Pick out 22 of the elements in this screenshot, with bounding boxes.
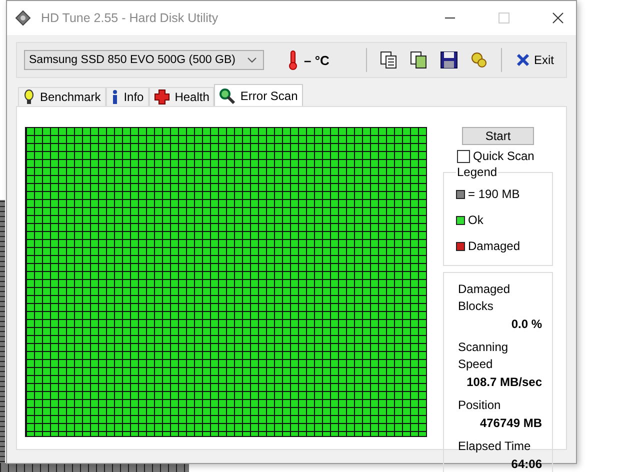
tab[interactable]: Health bbox=[148, 87, 214, 106]
tab[interactable]: Info bbox=[106, 87, 149, 106]
exit-button[interactable]: Exit bbox=[512, 51, 558, 69]
stat-value: 0.0 % bbox=[511, 316, 542, 333]
legend-label: Ok bbox=[468, 213, 484, 227]
tab[interactable]: Benchmark bbox=[18, 87, 106, 106]
legend-label: = 190 MB bbox=[468, 187, 520, 201]
legend-title: Legend bbox=[456, 165, 498, 179]
window-title: HD Tune 2.55 - Hard Disk Utility bbox=[41, 11, 218, 25]
stat-label: Damaged Blocks bbox=[458, 281, 512, 315]
stat-value: 108.7 MB/sec bbox=[466, 374, 542, 391]
stat-label: Scanning Speed bbox=[458, 339, 510, 373]
stat-label: Elapsed Time bbox=[458, 438, 532, 455]
stat-label: Position bbox=[458, 397, 502, 414]
tab[interactable]: Error Scan bbox=[214, 84, 303, 106]
stat-value: 476749 MB bbox=[480, 415, 542, 432]
start-button[interactable]: Start bbox=[462, 127, 534, 145]
legend-label: Damaged bbox=[468, 239, 520, 253]
checkbox-label: Quick Scan bbox=[473, 149, 534, 163]
stat-value: 64:06 bbox=[511, 456, 542, 472]
drive-dropdown[interactable]: Samsung SSD 850 EVO 500G (500 GB) bbox=[24, 50, 264, 70]
temperature-value: – °C bbox=[304, 52, 330, 68]
